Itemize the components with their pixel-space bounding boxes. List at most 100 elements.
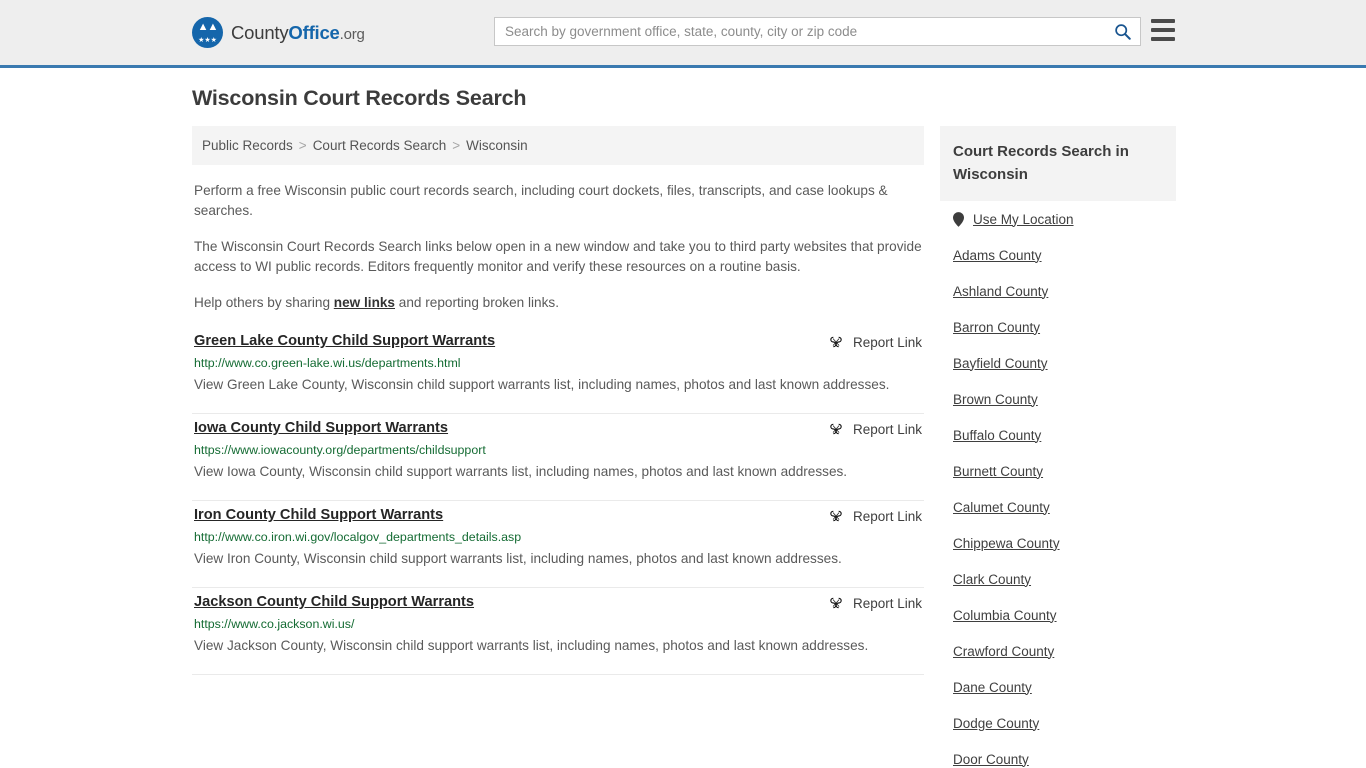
- results-list: Green Lake County Child Support Warrants…: [192, 333, 924, 675]
- result-title-link[interactable]: Jackson County Child Support Warrants: [194, 594, 474, 610]
- county-link[interactable]: Bayfield County: [953, 356, 1048, 371]
- hamburger-bar: [1151, 28, 1175, 32]
- breadcrumb-item-court-records-search[interactable]: Court Records Search: [313, 138, 447, 153]
- result-item: Iron County Child Support Warrants Repor…: [192, 501, 924, 588]
- hamburger-menu-icon[interactable]: [1151, 19, 1175, 41]
- intro-paragraph-3: Help others by sharing new links and rep…: [194, 293, 922, 313]
- result-title-link[interactable]: Iowa County Child Support Warrants: [194, 420, 448, 436]
- county-link[interactable]: Buffalo County: [953, 428, 1041, 443]
- sidebar-item-county[interactable]: Adams County: [953, 237, 1163, 273]
- brand-part-org: .org: [339, 25, 365, 43]
- result-description: View Green Lake County, Wisconsin child …: [194, 377, 890, 392]
- county-link[interactable]: Dodge County: [953, 716, 1039, 731]
- intro-paragraph-2: The Wisconsin Court Records Search links…: [194, 239, 922, 274]
- result-item: Green Lake County Child Support Warrants…: [192, 333, 924, 414]
- result-title-link[interactable]: Green Lake County Child Support Warrants: [194, 333, 495, 349]
- hamburger-bar: [1151, 19, 1175, 23]
- use-my-location-link[interactable]: Use My Location: [973, 212, 1074, 227]
- breadcrumb-separator: >: [452, 138, 461, 153]
- result-header: Iron County Child Support Warrants Repor…: [194, 507, 922, 524]
- intro-p3-after: and reporting broken links.: [395, 295, 559, 310]
- sidebar-item-county[interactable]: Buffalo County: [953, 417, 1163, 453]
- countyoffice-eagle-logo-icon: ▲▲ ★★★: [192, 17, 223, 48]
- brand-wordmark: CountyOffice.org: [231, 22, 365, 44]
- report-link-label: Report Link: [852, 421, 922, 437]
- sidebar-item-county[interactable]: Barron County: [953, 309, 1163, 345]
- sidebar-item-county[interactable]: Bayfield County: [953, 345, 1163, 381]
- site-logo-link[interactable]: ▲▲ ★★★ CountyOffice.org: [192, 17, 365, 48]
- sidebar-item-county[interactable]: Chippewa County: [953, 525, 1163, 561]
- county-link[interactable]: Burnett County: [953, 464, 1043, 479]
- sidebar: Court Records Search in Wisconsin Use My…: [940, 126, 1176, 768]
- broken-link-icon: [830, 423, 842, 435]
- new-links-link[interactable]: new links: [334, 295, 395, 310]
- search-bar: [494, 17, 1141, 46]
- search-button[interactable]: [1104, 18, 1140, 45]
- sidebar-item-use-my-location[interactable]: Use My Location: [953, 201, 1163, 237]
- site-header: ▲▲ ★★★ CountyOffice.org: [0, 0, 1366, 68]
- county-link[interactable]: Barron County: [953, 320, 1040, 335]
- intro-paragraph-1: Perform a free Wisconsin public court re…: [194, 183, 888, 218]
- report-link-label: Report Link: [852, 334, 922, 350]
- report-link-button[interactable]: Report Link: [828, 507, 922, 524]
- intro-p3-before: Help others by sharing: [194, 295, 334, 310]
- breadcrumb-item-public-records[interactable]: Public Records: [202, 138, 293, 153]
- sidebar-county-list: Use My Location Adams County Ashland Cou…: [940, 201, 1176, 768]
- intro-text: Perform a free Wisconsin public court re…: [192, 181, 924, 313]
- county-link[interactable]: Columbia County: [953, 608, 1057, 623]
- county-link[interactable]: Ashland County: [953, 284, 1048, 299]
- result-header: Green Lake County Child Support Warrants…: [194, 333, 922, 350]
- result-url-link[interactable]: https://www.iowacounty.org/departments/c…: [194, 443, 922, 457]
- result-description: View Jackson County, Wisconsin child sup…: [194, 638, 869, 653]
- broken-link-icon: [830, 597, 842, 609]
- report-link-button[interactable]: Report Link: [828, 420, 922, 437]
- result-item: Iowa County Child Support Warrants Repor…: [192, 414, 924, 501]
- county-link[interactable]: Brown County: [953, 392, 1038, 407]
- sidebar-item-county[interactable]: Crawford County: [953, 633, 1163, 669]
- report-link-label: Report Link: [852, 595, 922, 611]
- result-url-link[interactable]: http://www.co.green-lake.wi.us/departmen…: [194, 356, 922, 370]
- hamburger-bar: [1151, 37, 1175, 41]
- brand-part-office: Office: [288, 21, 340, 43]
- county-link[interactable]: Door County: [953, 752, 1029, 767]
- main-column: Public Records > Court Records Search > …: [192, 126, 924, 675]
- result-description: View Iowa County, Wisconsin child suppor…: [194, 464, 848, 479]
- sidebar-item-county[interactable]: Dane County: [953, 669, 1163, 705]
- breadcrumb: Public Records > Court Records Search > …: [192, 126, 924, 165]
- sidebar-item-county[interactable]: Columbia County: [953, 597, 1163, 633]
- sidebar-item-county[interactable]: Ashland County: [953, 273, 1163, 309]
- result-url-link[interactable]: http://www.co.iron.wi.gov/localgov_depar…: [194, 530, 922, 544]
- result-header: Iowa County Child Support Warrants Repor…: [194, 420, 922, 437]
- county-link[interactable]: Crawford County: [953, 644, 1054, 659]
- county-link[interactable]: Dane County: [953, 680, 1032, 695]
- breadcrumb-separator: >: [298, 138, 307, 153]
- county-link[interactable]: Chippewa County: [953, 536, 1060, 551]
- result-title-link[interactable]: Iron County Child Support Warrants: [194, 507, 443, 523]
- brand-part-county: County: [231, 21, 289, 43]
- report-link-label: Report Link: [852, 508, 922, 524]
- content-layout: Public Records > Court Records Search > …: [192, 126, 1176, 768]
- page-body: Wisconsin Court Records Search Public Re…: [0, 68, 1366, 768]
- breadcrumb-item-wisconsin: Wisconsin: [466, 138, 528, 153]
- broken-link-icon: [830, 510, 842, 522]
- sidebar-heading: Court Records Search in Wisconsin: [940, 126, 1176, 201]
- sidebar-item-county[interactable]: Clark County: [953, 561, 1163, 597]
- county-link[interactable]: Adams County: [953, 248, 1042, 263]
- sidebar-item-county[interactable]: Brown County: [953, 381, 1163, 417]
- sidebar-item-county[interactable]: Dodge County: [953, 705, 1163, 741]
- result-header: Jackson County Child Support Warrants Re…: [194, 594, 922, 611]
- report-link-button[interactable]: Report Link: [828, 333, 922, 350]
- sidebar-item-county[interactable]: Door County: [953, 741, 1163, 768]
- county-link[interactable]: Clark County: [953, 572, 1031, 587]
- result-url-link[interactable]: https://www.co.jackson.wi.us/: [194, 617, 922, 631]
- result-item: Jackson County Child Support Warrants Re…: [192, 588, 924, 675]
- broken-link-icon: [830, 336, 842, 348]
- search-input[interactable]: [495, 18, 1104, 45]
- page-title: Wisconsin Court Records Search: [192, 86, 527, 110]
- county-link[interactable]: Calumet County: [953, 500, 1050, 515]
- result-description: View Iron County, Wisconsin child suppor…: [194, 551, 842, 566]
- report-link-button[interactable]: Report Link: [828, 594, 922, 611]
- sidebar-item-county[interactable]: Calumet County: [953, 489, 1163, 525]
- map-pin-icon: [953, 211, 964, 227]
- sidebar-item-county[interactable]: Burnett County: [953, 453, 1163, 489]
